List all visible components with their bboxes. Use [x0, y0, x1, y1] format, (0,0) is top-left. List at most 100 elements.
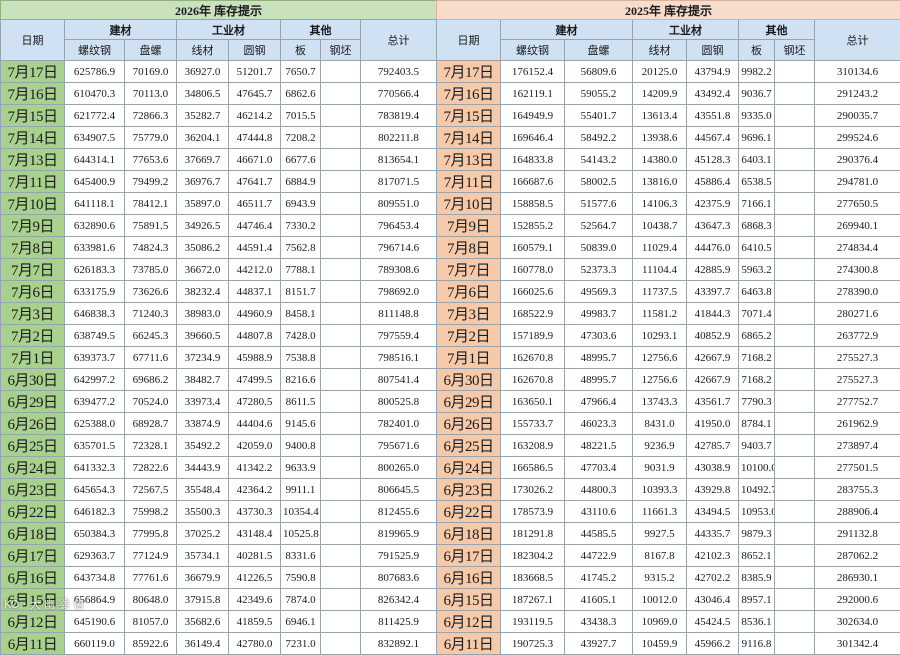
value-cell: 157189.9: [501, 325, 565, 347]
value-cell: 6943.9: [281, 193, 321, 215]
value-cell: 7166.1: [739, 193, 775, 215]
value-cell: 43927.7: [565, 633, 633, 655]
date-cell: 6月17日: [437, 545, 501, 567]
value-cell: 9036.7: [739, 83, 775, 105]
value-cell: 164833.8: [501, 149, 565, 171]
value-cell: 643734.8: [65, 567, 125, 589]
value-cell: [321, 149, 361, 171]
date-cell: 7月10日: [1, 193, 65, 215]
value-cell: 67711.6: [125, 347, 177, 369]
table-row: 7月14日169646.458492.213938.644567.49696.1…: [437, 127, 900, 149]
value-cell: [775, 479, 815, 501]
table-body: 7月17日176152.456809.620125.043794.99982.2…: [437, 61, 900, 655]
value-cell: 44722.9: [565, 545, 633, 567]
value-cell: [321, 193, 361, 215]
date-cell: 6月22日: [437, 501, 501, 523]
total-cell: 795671.6: [361, 435, 437, 457]
value-cell: 42667.9: [687, 369, 739, 391]
value-cell: [321, 413, 361, 435]
value-cell: 8458.1: [281, 303, 321, 325]
value-cell: 44567.4: [687, 127, 739, 149]
value-cell: 9696.1: [739, 127, 775, 149]
value-cell: 47303.6: [565, 325, 633, 347]
total-cell: 269940.1: [815, 215, 900, 237]
value-cell: [775, 369, 815, 391]
sub-header-wire-rod: 线材: [177, 40, 229, 61]
value-cell: 35734.1: [177, 545, 229, 567]
date-cell: 6月11日: [437, 633, 501, 655]
value-cell: 42702.2: [687, 567, 739, 589]
value-cell: 9236.9: [633, 435, 687, 457]
value-cell: 35492.2: [177, 435, 229, 457]
value-cell: 7562.8: [281, 237, 321, 259]
value-cell: 639373.7: [65, 347, 125, 369]
value-cell: 11104.4: [633, 259, 687, 281]
value-cell: 8331.6: [281, 545, 321, 567]
table-row: 6月22日178573.943110.611661.343494.510953.…: [437, 501, 900, 523]
value-cell: 152855.2: [501, 215, 565, 237]
inventory-table-2025: 2025年 库存提示 日期 建材 工业材 其他 总计 螺纹钢 盘螺 线材 圆钢 …: [436, 0, 900, 655]
value-cell: 52373.3: [565, 259, 633, 281]
value-cell: 56809.6: [565, 61, 633, 83]
table-row: 6月16日183668.541745.29315.242702.28385.92…: [437, 567, 900, 589]
table-row: 7月8日633981.674824.335086.244591.47562.87…: [1, 237, 437, 259]
value-cell: 162670.8: [501, 369, 565, 391]
value-cell: 163650.1: [501, 391, 565, 413]
date-cell: 7月1日: [437, 347, 501, 369]
value-cell: 7015.5: [281, 105, 321, 127]
value-cell: 634907.5: [65, 127, 125, 149]
value-cell: 6865.2: [739, 325, 775, 347]
date-cell: 7月13日: [1, 149, 65, 171]
value-cell: 633175.9: [65, 281, 125, 303]
table-row: 7月2日638749.566245.339660.544807.87428.07…: [1, 325, 437, 347]
value-cell: 632890.6: [65, 215, 125, 237]
table-row: 7月16日162119.159055.214209.943492.49036.7…: [437, 83, 900, 105]
date-cell: 7月8日: [437, 237, 501, 259]
table-row: 6月16日643734.877761.636679.941226.57590.8…: [1, 567, 437, 589]
total-cell: 817071.5: [361, 171, 437, 193]
inventory-sheet: 2026年 库存提示 日期 建材 工业材 其他 总计 螺纹钢 盘螺 线材 圆钢 …: [0, 0, 900, 614]
table-row: 7月1日639373.767711.637234.945988.97538.87…: [1, 347, 437, 369]
value-cell: [321, 545, 361, 567]
value-cell: 70169.0: [125, 61, 177, 83]
value-cell: 36204.1: [177, 127, 229, 149]
total-cell: 299524.6: [815, 127, 900, 149]
value-cell: 36149.4: [177, 633, 229, 655]
date-cell: 7月16日: [1, 83, 65, 105]
value-cell: 43038.9: [687, 457, 739, 479]
value-cell: 163208.9: [501, 435, 565, 457]
value-cell: [775, 589, 815, 611]
total-cell: 290376.4: [815, 149, 900, 171]
table-title: 2025年 库存提示: [437, 1, 900, 20]
value-cell: 38232.4: [177, 281, 229, 303]
value-cell: [321, 501, 361, 523]
value-cell: 656864.9: [65, 589, 125, 611]
table-row: 7月2日157189.947303.610293.140852.96865.22…: [437, 325, 900, 347]
date-cell: 7月10日: [437, 193, 501, 215]
value-cell: 73626.6: [125, 281, 177, 303]
total-cell: 283755.3: [815, 479, 900, 501]
value-cell: 6410.5: [739, 237, 775, 259]
group-header-other: 其他: [281, 20, 361, 40]
total-cell: 796714.6: [361, 237, 437, 259]
value-cell: 43730.3: [229, 501, 281, 523]
value-cell: 10459.9: [633, 633, 687, 655]
value-cell: 176152.4: [501, 61, 565, 83]
value-cell: 6538.5: [739, 171, 775, 193]
value-cell: 45886.4: [687, 171, 739, 193]
total-cell: 797559.4: [361, 325, 437, 347]
table-row: 7月10日158858.551577.614106.342375.97166.1…: [437, 193, 900, 215]
total-cell: 807683.6: [361, 567, 437, 589]
value-cell: 183668.5: [501, 567, 565, 589]
value-cell: 47444.8: [229, 127, 281, 149]
value-cell: 162670.8: [501, 347, 565, 369]
value-cell: 10354.4: [281, 501, 321, 523]
value-cell: 41745.2: [565, 567, 633, 589]
value-cell: 45128.3: [687, 149, 739, 171]
date-cell: 6月15日: [437, 589, 501, 611]
value-cell: [321, 369, 361, 391]
sub-header-wire-rod: 线材: [633, 40, 687, 61]
total-cell: 274834.4: [815, 237, 900, 259]
value-cell: 13816.0: [633, 171, 687, 193]
value-cell: 85922.6: [125, 633, 177, 655]
